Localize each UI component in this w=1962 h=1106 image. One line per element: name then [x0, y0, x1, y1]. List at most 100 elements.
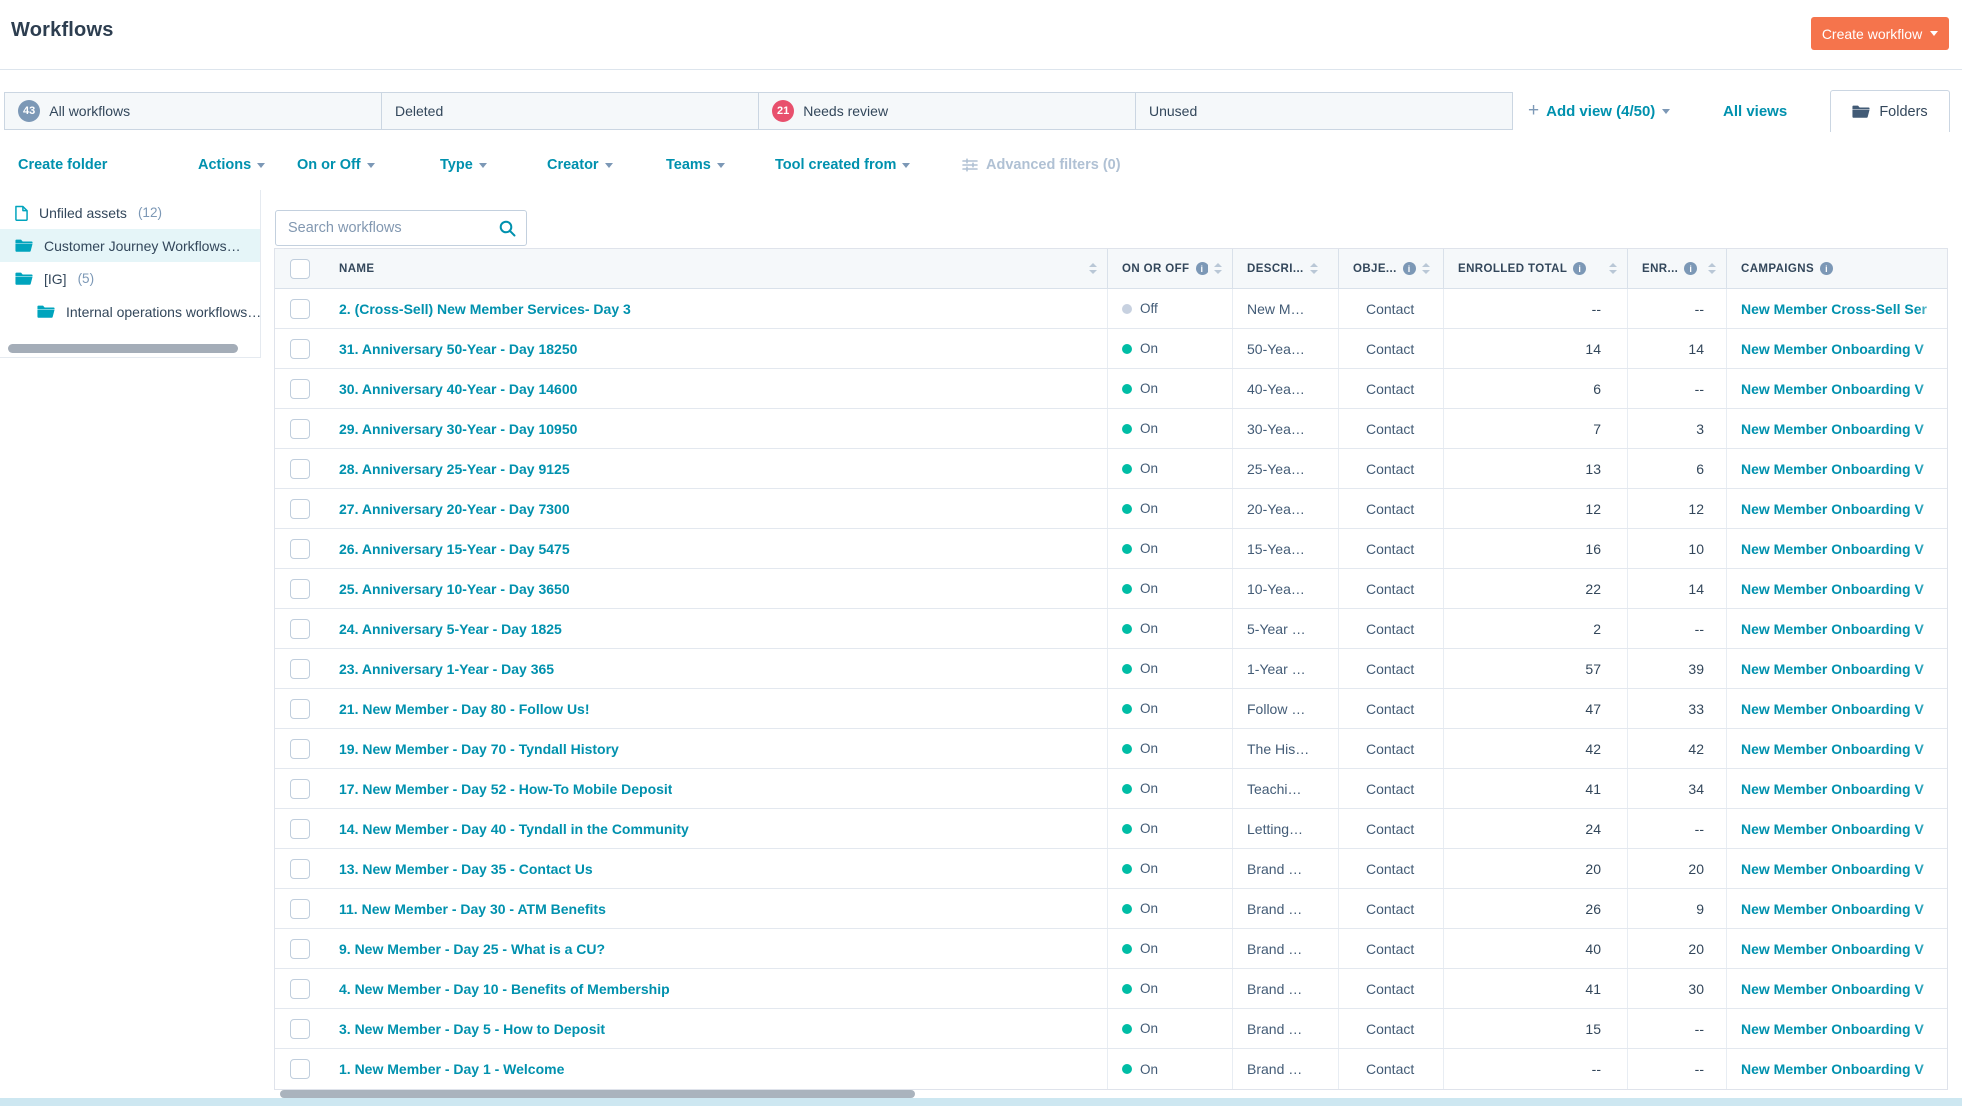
campaign-link[interactable]: New Member Onboarding V: [1741, 541, 1924, 557]
workflow-name-link[interactable]: 25. Anniversary 10-Year - Day 3650: [339, 581, 570, 597]
row-checkbox[interactable]: [290, 1019, 310, 1039]
sort-control[interactable]: [1214, 263, 1222, 274]
sort-control[interactable]: [1422, 263, 1430, 274]
workflow-name-link[interactable]: 30. Anniversary 40-Year - Day 14600: [339, 381, 577, 397]
workflow-name-link[interactable]: 29. Anniversary 30-Year - Day 10950: [339, 421, 577, 437]
column-header[interactable]: DESCRI...: [1232, 249, 1338, 288]
workflow-name-link[interactable]: 3. New Member - Day 5 - How to Deposit: [339, 1021, 605, 1037]
campaign-link[interactable]: New Member Onboarding V: [1741, 861, 1924, 877]
row-checkbox[interactable]: [290, 339, 310, 359]
row-checkbox[interactable]: [290, 899, 310, 919]
row-checkbox[interactable]: [290, 619, 310, 639]
campaign-link[interactable]: New Member Onboarding V: [1741, 741, 1924, 757]
workflow-name-link[interactable]: 13. New Member - Day 35 - Contact Us: [339, 861, 593, 877]
row-checkbox[interactable]: [290, 659, 310, 679]
row-checkbox[interactable]: [290, 579, 310, 599]
row-checkbox[interactable]: [290, 979, 310, 999]
campaign-link[interactable]: New Member Onboarding V: [1741, 381, 1924, 397]
add-view-button[interactable]: + Add view (4/50): [1528, 92, 1670, 130]
info-icon[interactable]: [1196, 262, 1209, 275]
sidebar-horizontal-scrollbar[interactable]: [8, 344, 238, 353]
sidebar-folder-item[interactable]: Unfiled assets (12): [0, 196, 260, 229]
column-header[interactable]: OBJE...: [1338, 249, 1443, 288]
create-folder-link[interactable]: Create folder: [18, 148, 107, 182]
workflow-name-link[interactable]: 11. New Member - Day 30 - ATM Benefits: [339, 901, 606, 917]
select-all-checkbox[interactable]: [290, 259, 310, 279]
create-workflow-button[interactable]: Create workflow: [1811, 17, 1949, 50]
view-tab[interactable]: 21 Needs review: [758, 92, 1136, 130]
filter-dropdown[interactable]: Teams: [666, 148, 725, 182]
sort-control[interactable]: [1089, 263, 1097, 274]
campaign-link[interactable]: New Member Onboarding V: [1741, 501, 1924, 517]
column-header[interactable]: ENROLLED TOTAL: [1443, 249, 1627, 288]
workflow-name-link[interactable]: 21. New Member - Day 80 - Follow Us!: [339, 701, 590, 717]
search-input[interactable]: [275, 210, 527, 246]
all-views-link[interactable]: All views: [1723, 92, 1787, 130]
row-checkbox[interactable]: [290, 739, 310, 759]
campaign-link[interactable]: New Member Onboarding V: [1741, 1061, 1924, 1077]
campaign-link[interactable]: New Member Onboarding V: [1741, 461, 1924, 477]
filter-dropdown[interactable]: Type: [440, 148, 487, 182]
workflow-name-link[interactable]: 17. New Member - Day 52 - How-To Mobile …: [339, 781, 672, 797]
row-checkbox[interactable]: [290, 539, 310, 559]
column-header[interactable]: CAMPAIGNS: [1726, 249, 1947, 288]
campaign-link[interactable]: New Member Onboarding V: [1741, 421, 1924, 437]
workflow-name-link[interactable]: 14. New Member - Day 40 - Tyndall in the…: [339, 821, 689, 837]
sort-control[interactable]: [1310, 263, 1318, 274]
column-header[interactable]: NAME: [325, 249, 1107, 288]
filter-dropdown[interactable]: Tool created from: [775, 148, 910, 182]
advanced-filters-button[interactable]: Advanced filters (0): [962, 148, 1121, 182]
campaign-link[interactable]: New Member Onboarding V: [1741, 661, 1924, 677]
workflow-name-link[interactable]: 19. New Member - Day 70 - Tyndall Histor…: [339, 741, 619, 757]
campaign-link[interactable]: New Member Onboarding V: [1741, 1021, 1924, 1037]
workflow-name-link[interactable]: 1. New Member - Day 1 - Welcome: [339, 1061, 564, 1077]
filter-dropdown[interactable]: Actions: [198, 148, 265, 182]
sidebar-folder-item[interactable]: Internal operations workflows…: [0, 295, 260, 328]
campaign-link[interactable]: New Member Onboarding V: [1741, 781, 1924, 797]
info-icon[interactable]: [1820, 262, 1833, 275]
view-tab[interactable]: Deleted: [381, 92, 759, 130]
campaign-link[interactable]: New Member Onboarding V: [1741, 701, 1924, 717]
workflow-name-link[interactable]: 28. Anniversary 25-Year - Day 9125: [339, 461, 570, 477]
campaign-link[interactable]: New Member Onboarding V: [1741, 341, 1924, 357]
info-icon[interactable]: [1684, 262, 1697, 275]
row-checkbox[interactable]: [290, 859, 310, 879]
column-header[interactable]: ENR...: [1627, 249, 1726, 288]
campaign-link[interactable]: New Member Cross-Sell Ser: [1741, 301, 1927, 317]
campaign-link[interactable]: New Member Onboarding V: [1741, 821, 1924, 837]
filter-dropdown[interactable]: Creator: [547, 148, 613, 182]
row-checkbox[interactable]: [290, 699, 310, 719]
row-checkbox[interactable]: [290, 939, 310, 959]
sidebar-folder-item[interactable]: Customer Journey Workflows…: [0, 229, 260, 262]
workflow-name-link[interactable]: 27. Anniversary 20-Year - Day 7300: [339, 501, 570, 517]
folders-tab[interactable]: Folders: [1830, 90, 1950, 132]
workflow-name-link[interactable]: 26. Anniversary 15-Year - Day 5475: [339, 541, 570, 557]
workflow-name-link[interactable]: 9. New Member - Day 25 - What is a CU?: [339, 941, 605, 957]
view-tab[interactable]: Unused: [1135, 92, 1513, 130]
row-checkbox[interactable]: [290, 379, 310, 399]
workflow-name-link[interactable]: 31. Anniversary 50-Year - Day 18250: [339, 341, 577, 357]
sort-control[interactable]: [1708, 263, 1716, 274]
workflow-name-link[interactable]: 4. New Member - Day 10 - Benefits of Mem…: [339, 981, 670, 997]
campaign-link[interactable]: New Member Onboarding V: [1741, 901, 1924, 917]
workflow-name-link[interactable]: 24. Anniversary 5-Year - Day 1825: [339, 621, 562, 637]
info-icon[interactable]: [1573, 262, 1586, 275]
sort-control[interactable]: [1609, 263, 1617, 274]
row-checkbox[interactable]: [290, 499, 310, 519]
row-checkbox[interactable]: [290, 299, 310, 319]
filter-dropdown[interactable]: On or Off: [297, 148, 375, 182]
info-icon[interactable]: [1403, 262, 1416, 275]
table-horizontal-scrollbar-thumb[interactable]: [280, 1090, 915, 1098]
column-header[interactable]: ON OR OFF: [1107, 249, 1232, 288]
row-checkbox[interactable]: [290, 779, 310, 799]
view-tab[interactable]: 43 All workflows: [4, 92, 382, 130]
campaign-link[interactable]: New Member Onboarding V: [1741, 941, 1924, 957]
page-bottom-scrollbar[interactable]: [0, 1098, 1962, 1106]
campaign-link[interactable]: New Member Onboarding V: [1741, 621, 1924, 637]
row-checkbox[interactable]: [290, 819, 310, 839]
workflow-name-link[interactable]: 23. Anniversary 1-Year - Day 365: [339, 661, 554, 677]
row-checkbox[interactable]: [290, 419, 310, 439]
workflow-name-link[interactable]: 2. (Cross-Sell) New Member Services- Day…: [339, 301, 631, 317]
campaign-link[interactable]: New Member Onboarding V: [1741, 981, 1924, 997]
sidebar-folder-item[interactable]: [IG] (5): [0, 262, 260, 295]
